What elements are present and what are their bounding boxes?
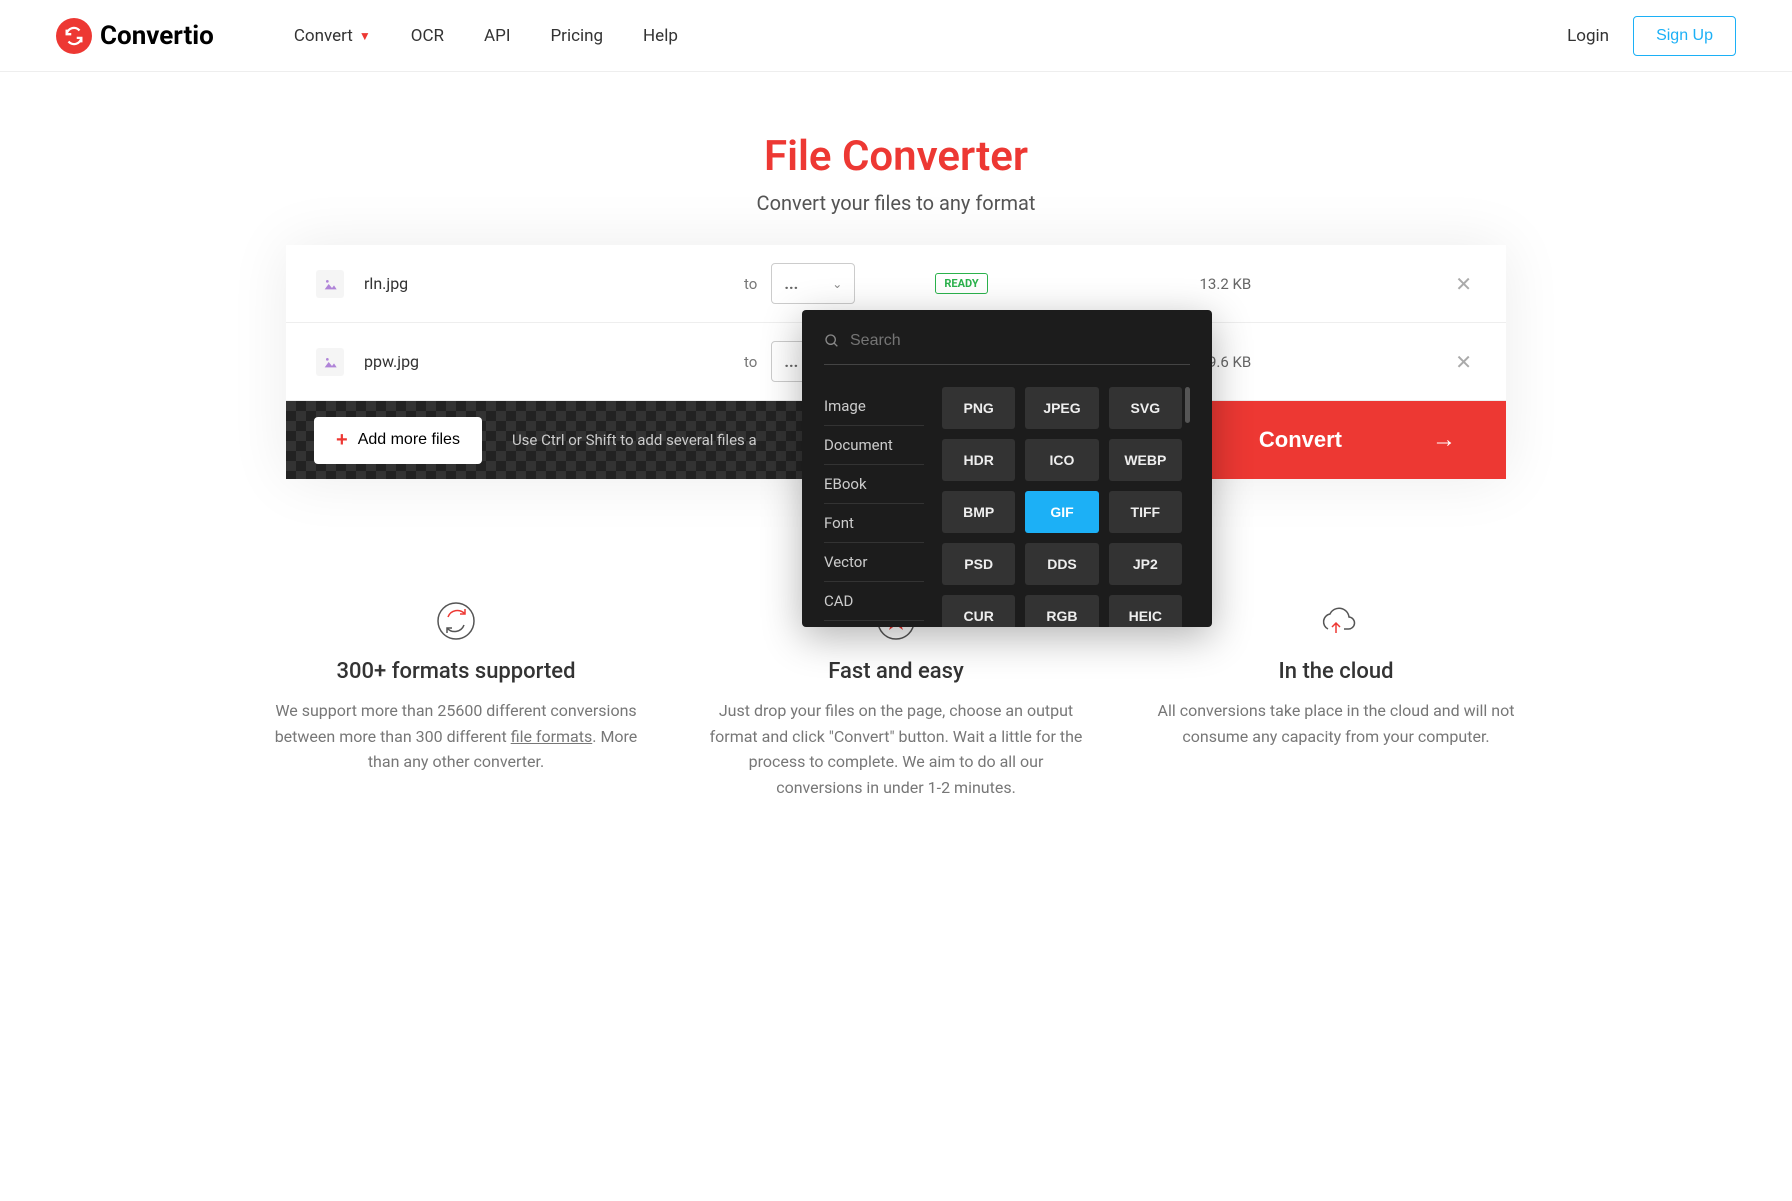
format-option-ico[interactable]: ICO [1025, 439, 1098, 481]
add-more-label: Add more files [358, 431, 460, 449]
chevron-down-icon: ▼ [359, 29, 371, 43]
multi-select-hint: Use Ctrl or Shift to add several files a [512, 431, 757, 449]
to-label: to [744, 275, 757, 293]
feature-text: Just drop your files on the page, choose… [706, 698, 1086, 800]
format-search [824, 332, 1190, 365]
image-icon [316, 348, 344, 376]
signup-button[interactable]: Sign Up [1633, 16, 1736, 56]
scrollbar-thumb[interactable] [1185, 387, 1190, 423]
nav-pricing[interactable]: Pricing [550, 26, 603, 46]
category-item[interactable]: Document [824, 426, 924, 465]
image-icon [316, 270, 344, 298]
dropdown-body: ImageDocumentEBookFontVectorCAD PNGJPEG S… [824, 387, 1190, 627]
page-title: File Converter [0, 132, 1792, 181]
nav-ocr[interactable]: OCR [411, 26, 444, 46]
format-option-jp2[interactable]: JP2 [1109, 543, 1182, 585]
status-badge: READY [935, 273, 987, 294]
remove-file-button[interactable]: ✕ [1451, 268, 1476, 300]
add-more-files-button[interactable]: + Add more files [314, 417, 482, 464]
format-categories: ImageDocumentEBookFontVectorCAD [824, 387, 924, 627]
feature-text: We support more than 25600 different con… [266, 698, 646, 775]
file-size: 9.6 KB [1208, 353, 1251, 371]
file-formats-link[interactable]: file formats [511, 727, 593, 746]
format-option-jpeg[interactable]: JPEG [1025, 387, 1098, 429]
plus-icon: + [336, 429, 348, 452]
format-value: ... [784, 274, 798, 293]
feature-cloud: In the cloud All conversions take place … [1146, 599, 1526, 800]
nav-convert[interactable]: Convert ▼ [294, 26, 371, 46]
header-right: Login Sign Up [1567, 16, 1736, 56]
format-option-gif[interactable]: GIF [1025, 491, 1098, 533]
feature-title: 300+ formats supported [266, 659, 646, 684]
nav-help[interactable]: Help [643, 26, 678, 46]
remove-file-button[interactable]: ✕ [1451, 346, 1476, 378]
refresh-icon [434, 599, 478, 643]
format-option-psd[interactable]: PSD [942, 543, 1015, 585]
nav-api[interactable]: API [484, 26, 510, 46]
format-select[interactable]: ... ⌄ [771, 263, 855, 304]
format-option-cur[interactable]: CUR [942, 595, 1015, 627]
logo-icon [56, 18, 92, 54]
logo[interactable]: Convertio [56, 18, 214, 54]
format-option-rgb[interactable]: RGB [1025, 595, 1098, 627]
format-option-bmp[interactable]: BMP [942, 491, 1015, 533]
format-option-heic[interactable]: HEIC [1109, 595, 1182, 627]
hero: File Converter Convert your files to any… [0, 72, 1792, 245]
page-subtitle: Convert your files to any format [0, 191, 1792, 215]
format-option-tiff[interactable]: TIFF [1109, 491, 1182, 533]
format-option-png[interactable]: PNG [942, 387, 1015, 429]
category-item[interactable]: Image [824, 387, 924, 426]
feature-fast: Fast and easy Just drop your files on th… [706, 599, 1086, 800]
format-option-svg[interactable]: SVG [1109, 387, 1182, 429]
format-search-input[interactable] [850, 332, 1190, 350]
file-size: 13.2 KB [1200, 275, 1252, 293]
feature-formats: 300+ formats supported We support more t… [266, 599, 646, 800]
category-item[interactable]: CAD [824, 582, 924, 621]
nav-convert-label: Convert [294, 26, 353, 46]
feature-title: Fast and easy [706, 659, 1086, 684]
converter-panel: rln.jpg to ... ⌄ READY 13.2 KB ✕ ppw.jpg… [286, 245, 1506, 479]
format-value: ... [784, 352, 798, 371]
convert-label: Convert [1259, 427, 1342, 453]
search-icon [824, 333, 840, 349]
login-link[interactable]: Login [1567, 26, 1609, 46]
file-name: ppw.jpg [364, 352, 744, 371]
convert-button[interactable]: Convert → [1209, 401, 1506, 479]
feature-title: In the cloud [1146, 659, 1526, 684]
feature-text: All conversions take place in the cloud … [1146, 698, 1526, 749]
format-dropdown: ImageDocumentEBookFontVectorCAD PNGJPEG S… [802, 310, 1212, 627]
brand-name: Convertio [100, 21, 214, 51]
category-item[interactable]: EBook [824, 465, 924, 504]
chevron-down-icon: ⌄ [832, 277, 842, 291]
format-grid: PNGJPEG SVG HDRICO WEBP BMPGIF TIFF PSDDDS JP2 C… [942, 387, 1190, 627]
format-option-dds[interactable]: DDS [1025, 543, 1098, 585]
file-name: rln.jpg [364, 274, 744, 293]
format-option-hdr[interactable]: HDR [942, 439, 1015, 481]
header: Convertio Convert▼ OCR API Pricing Help … [0, 0, 1792, 72]
main-nav: Convert ▼ OCR API Pricing Help [294, 26, 678, 46]
arrow-right-icon: → [1432, 426, 1456, 454]
category-item[interactable]: Vector [824, 543, 924, 582]
format-option-webp[interactable]: WEBP [1109, 439, 1182, 481]
to-label: to [744, 353, 757, 371]
category-item[interactable]: Font [824, 504, 924, 543]
cloud-upload-icon [1314, 599, 1358, 643]
